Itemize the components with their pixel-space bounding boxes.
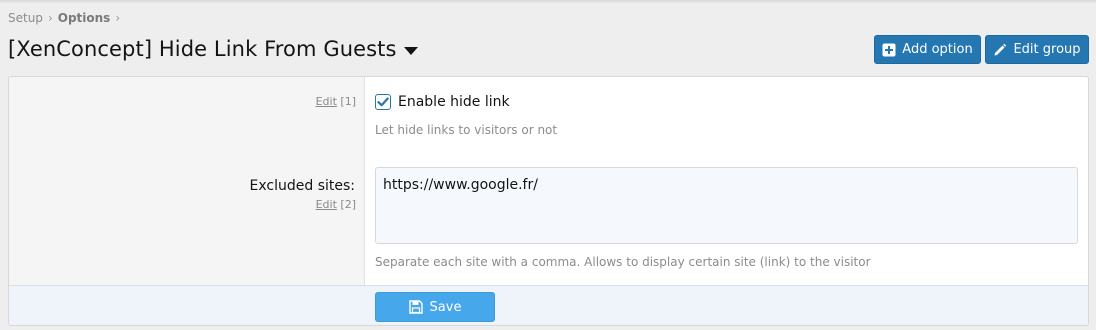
edit-group-button[interactable]: Edit group xyxy=(985,35,1089,64)
option-order-2: [2] xyxy=(340,198,356,211)
caret-down-icon[interactable] xyxy=(403,46,418,55)
chevron-right-icon: › xyxy=(115,11,121,25)
excluded-sites-label: Excluded sites: xyxy=(249,178,355,194)
checkbox-checked-icon[interactable] xyxy=(375,94,391,110)
hint-text: Let hide links to visitors or not xyxy=(375,123,558,137)
add-option-button[interactable]: Add option xyxy=(874,35,981,64)
title-row: [XenConcept] Hide Link From Guests xyxy=(8,37,418,61)
form-footer: Save xyxy=(9,285,1088,325)
option-meta-1: Edit [1] xyxy=(316,95,356,108)
edit-option-link-2[interactable]: Edit xyxy=(316,198,337,211)
excluded-sites-textarea[interactable] xyxy=(375,167,1078,244)
top-shade xyxy=(0,0,1096,4)
edit-group-label: Edit group xyxy=(1013,42,1081,57)
edit-option-link-1[interactable]: Edit xyxy=(316,95,337,108)
hint-text: Separate each site with a comma. Allows … xyxy=(375,255,871,269)
breadcrumb-setup[interactable]: Setup xyxy=(8,11,43,25)
chevron-right-icon: › xyxy=(47,11,53,25)
checkbox-label: Enable hide link xyxy=(398,94,510,110)
label-column: Edit [1] Excluded sites: Edit [2] xyxy=(9,77,365,285)
save-icon xyxy=(408,300,423,314)
plus-square-icon xyxy=(882,43,896,57)
options-panel: Edit [1] Excluded sites: Edit [2] Enable… xyxy=(8,76,1089,326)
save-label: Save xyxy=(429,299,462,315)
enable-hide-link-checkbox[interactable]: Enable hide link xyxy=(375,94,510,110)
page-title: [XenConcept] Hide Link From Guests xyxy=(8,37,397,61)
add-option-label: Add option xyxy=(902,42,973,57)
pencil-icon xyxy=(993,43,1007,57)
option-meta-2: Edit [2] xyxy=(316,198,356,211)
breadcrumb: Setup › Options › xyxy=(8,11,125,25)
option-order-1: [1] xyxy=(340,95,356,108)
breadcrumb-options[interactable]: Options xyxy=(58,11,111,25)
save-button[interactable]: Save xyxy=(375,292,495,322)
